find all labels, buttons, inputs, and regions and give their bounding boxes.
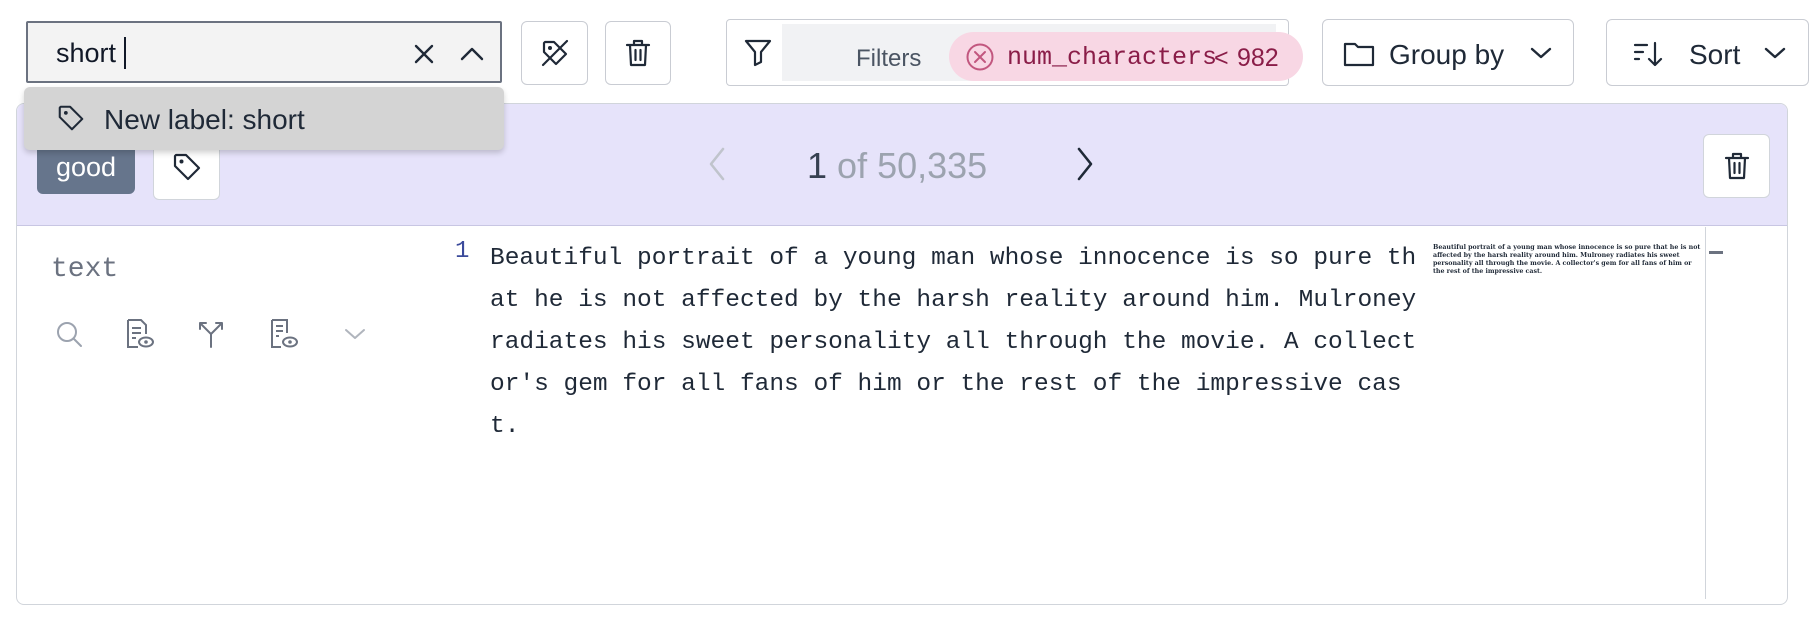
filter-chip-operator: < <box>1214 44 1229 72</box>
text-caret <box>124 37 126 69</box>
sort-icon <box>1633 40 1663 68</box>
previous-record-button[interactable] <box>707 146 727 182</box>
filter-chip-value: 982 <box>1237 44 1279 72</box>
filter-icon[interactable] <box>743 37 773 67</box>
pager-current: 1 <box>807 145 828 186</box>
line-number: 1 <box>455 238 470 265</box>
merge-icon[interactable] <box>193 316 229 352</box>
trash-icon <box>625 38 651 68</box>
remove-labels-button[interactable] <box>521 21 588 85</box>
tag-icon <box>171 151 203 183</box>
record-card: good 1 of 50,335 text 1 Beautiful portra… <box>16 103 1788 605</box>
close-icon[interactable] <box>410 40 438 68</box>
minimap-slider[interactable] <box>1709 251 1723 254</box>
new-label-option-label: New label: short <box>104 104 305 135</box>
group-by-button[interactable]: Group by <box>1322 19 1574 86</box>
label-search-box[interactable] <box>26 21 502 83</box>
sort-label: Sort <box>1689 39 1741 70</box>
trash-icon <box>1724 151 1750 181</box>
new-label-option[interactable]: New label: short <box>24 87 504 150</box>
chevron-up-icon[interactable] <box>458 40 486 68</box>
chevron-down-icon[interactable] <box>337 316 373 352</box>
tag-icon <box>56 103 86 133</box>
filter-list: Filters num_characters < 982 <box>782 24 1303 81</box>
pager-of: of <box>837 145 868 186</box>
minimap[interactable]: Beautiful portrait of a young man whose … <box>1433 244 1705 276</box>
group-by-label: Group by <box>1389 39 1505 70</box>
folder-icon <box>1343 40 1375 68</box>
minimap-divider <box>1705 227 1706 599</box>
data-preview-icon[interactable] <box>265 316 301 352</box>
chevron-down-icon <box>1529 45 1553 61</box>
delete-button[interactable] <box>605 21 671 85</box>
filter-bar[interactable]: Filters num_characters < 982 <box>726 19 1303 86</box>
search-icon[interactable] <box>51 316 87 352</box>
filters-label: Filters <box>856 45 922 72</box>
label-search-input[interactable] <box>56 37 396 69</box>
pager-position: 1 of 50,335 <box>807 145 987 187</box>
tag-off-icon <box>539 37 571 69</box>
sort-button[interactable]: Sort <box>1606 19 1809 86</box>
filter-chip-field: num_characters <box>1007 43 1218 72</box>
circle-x-icon[interactable] <box>965 42 995 72</box>
pager-total: 50,335 <box>877 145 988 186</box>
document-preview-icon[interactable] <box>121 316 157 352</box>
record-text[interactable]: Beautiful portrait of a young man whose … <box>490 238 1424 448</box>
chevron-down-icon <box>1763 45 1787 61</box>
field-name: text <box>51 254 119 285</box>
next-record-button[interactable] <box>1075 146 1095 182</box>
filter-chip[interactable]: num_characters < 982 <box>949 32 1303 81</box>
delete-record-button[interactable] <box>1703 134 1770 198</box>
